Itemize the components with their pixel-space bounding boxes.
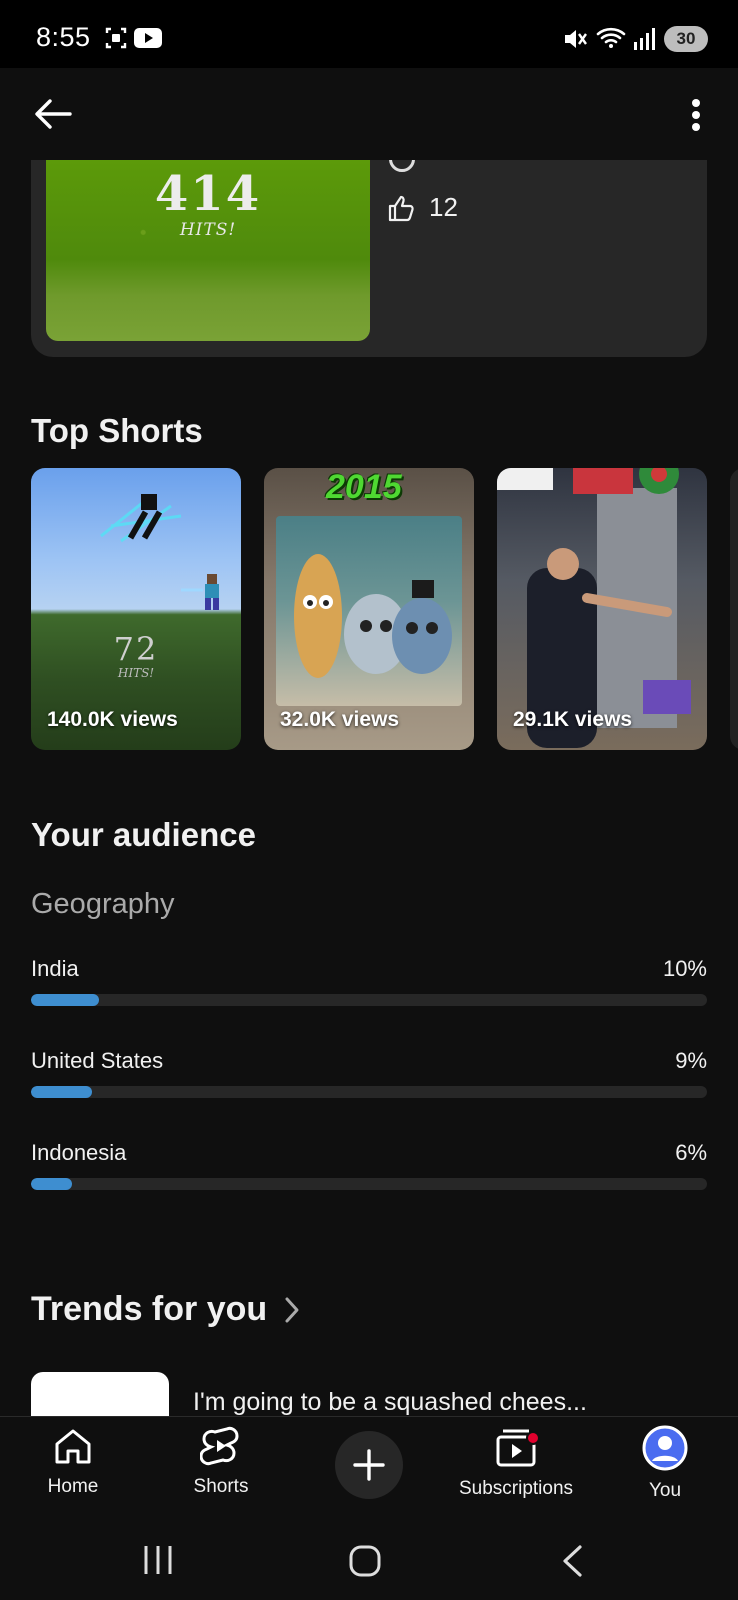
country-bar-track [31,1086,707,1098]
geo-row: Indonesia 6% [31,1140,707,1200]
back-arrow-icon[interactable] [34,98,72,130]
trends-title: Trends for you [31,1290,268,1328]
notification-dot [526,1431,540,1445]
status-time: 8:55 [36,22,91,52]
plus-icon [353,1449,385,1481]
nav-you-label: You [648,1480,682,1501]
wifi-icon [596,27,626,48]
country-name: India [31,956,79,981]
short-card[interactable]: 72 HITS! 140.0K views [31,468,241,750]
geography-label: Geography [31,888,175,920]
country-bar-track [31,1178,707,1190]
country-bar-track [31,994,707,1006]
create-button[interactable] [335,1431,403,1499]
country-name: Indonesia [31,1140,127,1165]
nav-you[interactable]: You [595,1425,735,1502]
nav-subscriptions-label: Subscriptions [458,1478,574,1499]
nav-home-label: Home [47,1476,99,1497]
mute-icon [565,30,587,48]
short-card[interactable]: 29.1K views [497,468,707,750]
battery-indicator: 30 [664,26,708,52]
youtube-icon [134,28,162,48]
bottom-nav: Home Shorts Subscriptions You [0,1416,738,1522]
short-card[interactable]: 2015 32.0K views [264,468,474,750]
more-vert-icon[interactable] [690,98,702,132]
avatar-icon [642,1425,688,1471]
recents-icon[interactable] [142,1544,174,1576]
video-thumbnail[interactable]: 414 HITS! [46,160,370,341]
short2-characters [294,554,452,678]
home-icon [55,1429,91,1464]
short-views: 32.0K views [280,708,400,731]
geo-row: India 10% [31,956,707,1016]
signal-icon [634,28,655,50]
trend-thumbnail[interactable] [31,1372,169,1422]
short1-player-figure [181,574,219,610]
thumbnail-counter: 414 [154,166,262,222]
short2-artwork [276,516,462,706]
nav-subscriptions[interactable]: Subscriptions [446,1425,586,1500]
home-circle-icon[interactable] [348,1544,382,1578]
chevron-right-icon [285,1297,299,1322]
shorts-icon [199,1426,239,1466]
geo-row: United States 9% [31,1048,707,1108]
like-count: 12 [429,192,458,222]
country-percent: 9% [675,1048,707,1073]
nav-shorts-label: Shorts [193,1476,249,1497]
thumb-up-icon [388,195,414,221]
country-bar-fill [31,1086,92,1098]
country-name: United States [31,1048,164,1073]
short2-overlay-text: 2015 [326,468,402,506]
screen-record-icon [105,27,127,49]
short1-overlay-caption: HITS! [117,666,155,680]
short-card-partial[interactable] [730,468,738,750]
video-card[interactable]: 414 HITS! 12 [31,160,707,357]
audience-title: Your audience [31,816,256,853]
nav-home[interactable]: Home [3,1425,143,1498]
trend-item-title[interactable]: I'm going to be a squashed chees... [193,1388,587,1417]
country-percent: 10% [662,956,707,981]
short-views: 140.0K views [47,708,178,731]
short-views: 29.1K views [513,708,633,731]
nav-shorts[interactable]: Shorts [151,1425,291,1498]
thumbnail-caption: HITS! [179,220,237,240]
system-nav-bar [0,1522,738,1600]
back-chevron-icon[interactable] [560,1544,584,1578]
top-app-bar [0,68,738,160]
short1-artwork [100,494,182,543]
top-shorts-carousel[interactable]: 72 HITS! 140.0K views 2015 32.0K views 2… [31,468,738,750]
views-icon [389,160,415,172]
top-shorts-title: Top Shorts [31,412,203,449]
status-bar: 8:55 30 [0,0,738,68]
country-bar-fill [31,1178,72,1190]
country-bar-fill [31,994,99,1006]
trends-header[interactable]: Trends for you [31,1290,301,1329]
country-percent: 6% [675,1140,707,1165]
likes-row: 12 [387,192,458,223]
short1-overlay-number: 72 [113,630,159,668]
